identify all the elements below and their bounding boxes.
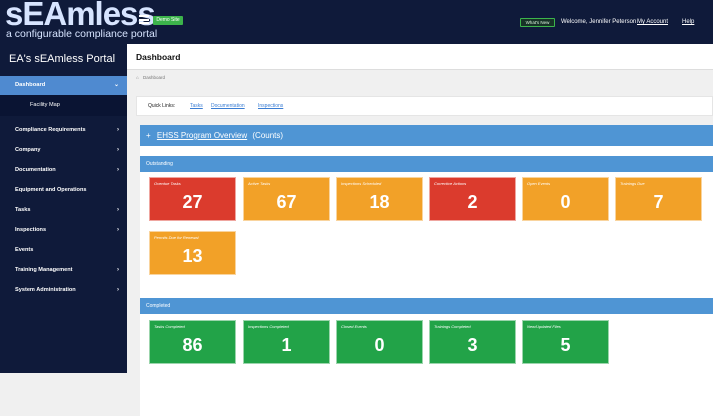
tile-label: Inspections Completed	[248, 324, 289, 329]
sidebar-item-facility-map[interactable]: Facility Map	[0, 95, 127, 116]
quick-link-documentation[interactable]: Documentation	[211, 103, 245, 109]
sidebar: EA's sEAmless Portal Dashboard ⌄ Facilit…	[0, 44, 127, 373]
sidebar-item-training-management[interactable]: Training Management ›	[0, 260, 127, 280]
sidebar-item-label: System Administration	[15, 287, 76, 293]
my-account-link[interactable]: My Account	[637, 18, 668, 26]
tile-label: Active Tasks	[248, 181, 271, 186]
chevron-right-icon: ›	[117, 207, 119, 213]
outstanding-inspections-scheduled-tile[interactable]: Inspections Scheduled 18	[336, 177, 423, 221]
sidebar-item-inspections[interactable]: Inspections ›	[0, 220, 127, 240]
tile-value: 3	[467, 335, 478, 355]
chevron-right-icon: ›	[117, 127, 119, 133]
page-title: Dashboard	[136, 52, 181, 62]
sidebar-item-label: Company	[15, 147, 41, 153]
home-icon[interactable]: ⌂	[136, 75, 139, 80]
welcome-text: Welcome, Jennifer Peterson	[561, 19, 637, 25]
sidebar-item-dashboard[interactable]: Dashboard ⌄	[0, 76, 127, 95]
quick-link-inspections[interactable]: Inspections	[258, 103, 283, 109]
chevron-down-icon: ⌄	[113, 82, 119, 88]
tile-label: Inspections Scheduled	[341, 181, 382, 186]
page-header: Dashboard	[127, 44, 713, 70]
chevron-right-icon: ›	[117, 267, 119, 273]
breadcrumb-dashboard[interactable]: Dashboard	[143, 75, 165, 80]
sidebar-item-label: Tasks	[15, 207, 31, 213]
quick-links-panel: Quick Links: Tasks Documentation Inspect…	[136, 96, 713, 116]
expand-icon[interactable]: +	[146, 131, 151, 140]
overview-counts-label: (Counts)	[252, 131, 284, 140]
sidebar-item-events[interactable]: Events	[0, 240, 127, 260]
logo-tagline: a configurable compliance portal	[6, 28, 158, 40]
completed-inspections-completed-tile[interactable]: Inspections Completed 1	[243, 320, 330, 364]
quick-link-tasks[interactable]: Tasks	[190, 103, 203, 109]
outstanding-open-events-tile[interactable]: Open Events 0	[522, 177, 609, 221]
quick-links-label: Quick Links:	[148, 103, 176, 109]
chevron-right-icon: ›	[117, 287, 119, 293]
sidebar-item-equipment-and-operations[interactable]: Equipment and Operations	[0, 180, 127, 200]
sidebar-item-label: Equipment and Operations	[15, 187, 87, 193]
outstanding-corrective-actions-tile[interactable]: Corrective Actions 2	[429, 177, 516, 221]
tile-value: 18	[369, 192, 390, 212]
sidebar-item-compliance-requirements[interactable]: Compliance Requirements ›	[0, 120, 127, 140]
portal-title: EA's sEAmless Portal	[9, 53, 116, 65]
app-logo[interactable]: sEAmless a configurable compliance porta…	[5, 0, 157, 43]
ehss-program-overview-header[interactable]: + EHSS Program Overview (Counts)	[140, 125, 713, 146]
tile-value: 5	[560, 335, 571, 355]
demo-site-badge: Demo Site	[153, 16, 183, 25]
top-navigation-bar: sEAmless a configurable compliance porta…	[0, 0, 713, 44]
outstanding-overdue-tasks-tile[interactable]: Overdue Tasks 27	[149, 177, 236, 221]
outstanding-trainings-due-tile[interactable]: Trainings Due 7	[615, 177, 702, 221]
tile-value: 86	[182, 335, 203, 355]
outstanding-active-tasks-tile[interactable]: Active Tasks 67	[243, 177, 330, 221]
tile-value: 0	[560, 192, 571, 212]
sidebar-item-label: Events	[15, 247, 34, 253]
breadcrumb: ⌂ Dashboard	[136, 75, 165, 80]
whats-new-button[interactable]: What's New	[520, 18, 555, 27]
tile-value: 7	[653, 192, 664, 212]
sidebar-item-label: Compliance Requirements	[15, 127, 86, 133]
completed-panel: Completed Tasks Completed 86 Inspections C…	[140, 296, 713, 416]
sidebar-item-company[interactable]: Company ›	[0, 140, 127, 160]
completed-tasks-completed-tile[interactable]: Tasks Completed 86	[149, 320, 236, 364]
tile-label: Open Events	[527, 181, 551, 186]
sidebar-item-label: Training Management	[15, 267, 73, 273]
chevron-right-icon: ›	[117, 167, 119, 173]
tile-label: Permits Due for Renewal	[154, 235, 199, 240]
sidebar-item-label: Inspections	[15, 227, 47, 233]
tile-label: Tasks Completed	[154, 324, 185, 329]
sidebar-item-label: Dashboard	[15, 82, 46, 88]
tile-value: 27	[182, 192, 203, 212]
tile-label: Overdue Tasks	[154, 181, 181, 186]
chevron-right-icon: ›	[117, 147, 119, 153]
completed-section-title: Completed	[140, 298, 713, 314]
sidebar-item-label: Documentation	[15, 167, 56, 173]
tile-value: 0	[374, 335, 385, 355]
completed-new-updated-files-tile[interactable]: New/Updated Files 5	[522, 320, 609, 364]
help-link[interactable]: Help	[682, 18, 694, 26]
tile-label: Trainings Completed	[434, 324, 471, 329]
tile-label: Closed Events	[341, 324, 367, 329]
tile-value: 1	[281, 335, 292, 355]
tile-value: 2	[467, 192, 478, 212]
sidebar-item-system-administration[interactable]: System Administration ›	[0, 280, 127, 300]
tile-label: Trainings Due	[620, 181, 645, 186]
outstanding-section-title: Outstanding	[140, 156, 713, 172]
main-content: Dashboard ⌂ Dashboard Quick Links: Tasks…	[127, 44, 713, 416]
tile-value: 13	[182, 246, 203, 266]
chevron-right-icon: ›	[117, 227, 119, 233]
ehss-program-overview-link[interactable]: EHSS Program Overview	[157, 131, 247, 140]
hamburger-menu-icon[interactable]	[139, 15, 149, 24]
completed-closed-events-tile[interactable]: Closed Events 0	[336, 320, 423, 364]
sidebar-item-tasks[interactable]: Tasks ›	[0, 200, 127, 220]
tile-label: New/Updated Files	[527, 324, 561, 329]
sidebar-item-documentation[interactable]: Documentation ›	[0, 160, 127, 180]
tile-label: Corrective Actions	[434, 181, 467, 186]
outstanding-permits-due-for-renewal-tile[interactable]: Permits Due for Renewal 13	[149, 231, 236, 275]
completed-trainings-completed-tile[interactable]: Trainings Completed 3	[429, 320, 516, 364]
tile-value: 67	[276, 192, 297, 212]
